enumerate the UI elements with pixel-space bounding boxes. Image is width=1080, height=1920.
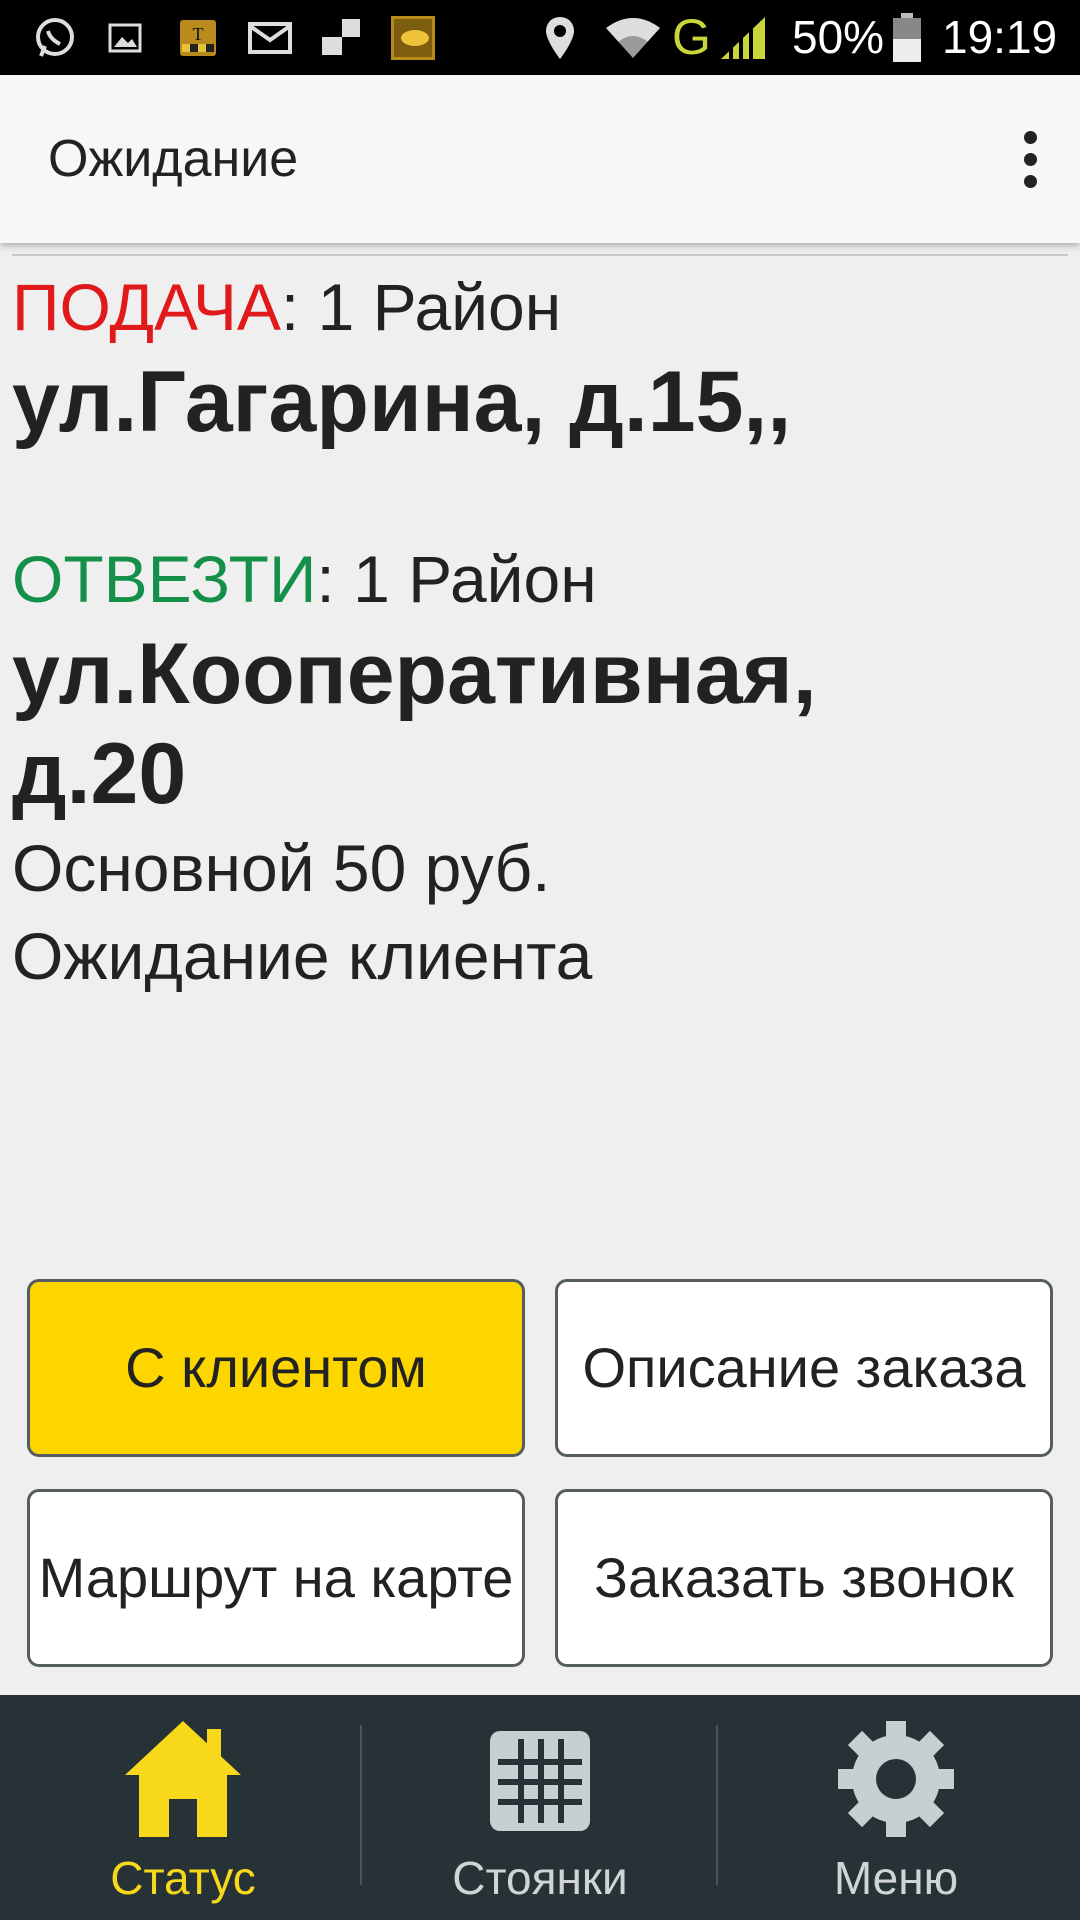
bottom-nav: Статус Стоянки Меню [0, 1695, 1080, 1920]
location-icon [540, 0, 580, 75]
status-bar: T G 50% 19:19 [0, 0, 1080, 75]
more-vert-icon[interactable] [998, 115, 1062, 203]
whatsapp-icon [30, 0, 80, 75]
cell-signal-icon [718, 0, 768, 75]
pickup-line: ПОДАЧА: 1 Район [12, 262, 1068, 352]
nav-parking-label: Стоянки [452, 1852, 628, 1904]
pickup-label: ПОДАЧА [12, 270, 281, 344]
dropoff-address: ул.Кооперативная, д.20 [12, 626, 817, 822]
nav-menu-label: Меню [833, 1852, 959, 1904]
wifi-icon [603, 0, 663, 75]
battery-percent: 50% [792, 11, 885, 63]
tariff-text: Основной 50 руб. [12, 831, 551, 905]
nav-status[interactable]: Статус [5, 1695, 361, 1920]
divider [12, 254, 1068, 256]
gear-icon [718, 1717, 1074, 1847]
image-icon [105, 0, 145, 75]
dropoff-label: ОТВЕЗТИ [12, 542, 317, 616]
nav-status-label: Статус [110, 1852, 256, 1904]
battery-icon [890, 0, 924, 75]
order-details: ПОДАЧА: 1 Район ул.Гагарина, д.15,, ОТВЕ… [12, 262, 1068, 1000]
order-description-button[interactable]: Описание заказа [555, 1279, 1053, 1457]
pickup-district: : 1 Район [280, 270, 562, 344]
grid-icon [362, 1717, 718, 1847]
app-bar: Ожидание [0, 75, 1080, 243]
dropoff-line: ОТВЕЗТИ: 1 Район [12, 534, 1068, 624]
app-icon [390, 0, 436, 75]
page-title: Ожидание [48, 130, 299, 188]
pickup-address: ул.Гагарина, д.15,, [12, 354, 792, 450]
mail-icon [248, 0, 292, 75]
signal-block-icon [318, 0, 364, 75]
nav-parking[interactable]: Стоянки [362, 1695, 718, 1920]
route-on-map-button[interactable]: Маршрут на карте [27, 1489, 525, 1667]
home-icon [5, 1717, 361, 1847]
taxi-icon: T [178, 0, 218, 75]
network-type: G [672, 9, 711, 65]
order-status-text: Ожидание клиента [12, 919, 593, 993]
request-call-button[interactable]: Заказать звонок [555, 1489, 1053, 1667]
with-client-button[interactable]: С клиентом [27, 1279, 525, 1457]
dropoff-district: : 1 Район [316, 542, 597, 616]
nav-menu[interactable]: Меню [718, 1695, 1074, 1920]
svg-text:T: T [193, 24, 204, 44]
clock: 19:19 [942, 11, 1058, 63]
